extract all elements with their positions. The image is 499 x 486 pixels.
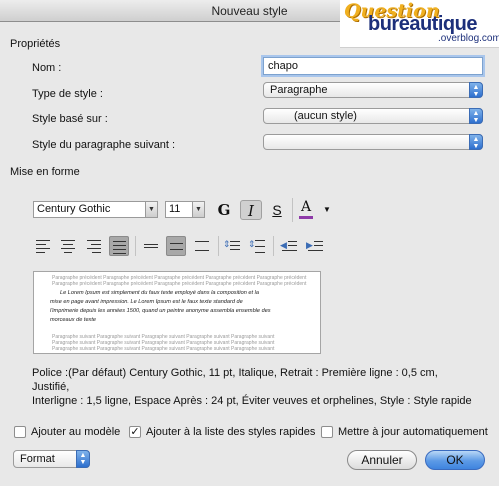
add-quick-styles-label: Ajouter à la liste des styles rapides <box>146 426 316 438</box>
type-style-popup[interactable]: Paragraphe ▲ ▼ <box>263 82 483 98</box>
space-before-increase-icon[interactable]: ⇕ <box>247 236 267 256</box>
toolbar-separator <box>218 236 219 256</box>
style-description: Police :(Par défaut) Century Gothic, 11 … <box>32 366 472 408</box>
align-left-icon[interactable] <box>33 236 53 256</box>
decrease-indent-icon[interactable]: ◀ <box>279 236 299 256</box>
format-popup[interactable]: Format ▲ ▼ <box>13 450 90 468</box>
nom-label: Nom : <box>32 62 62 74</box>
font-name-field[interactable]: Century Gothic <box>33 201 147 218</box>
preview-line: l'imprimerie depuis les années 1500, qua… <box>50 308 271 314</box>
style-base-popup[interactable]: (aucun style) ▲ ▼ <box>263 108 483 124</box>
italic-icon[interactable]: I <box>240 200 262 220</box>
preview-line: mise en page avant impression. Le Lorem … <box>50 299 243 305</box>
style-suivant-label: Style du paragraphe suivant : <box>32 139 176 151</box>
increase-indent-icon[interactable]: ▶ <box>305 236 325 256</box>
auto-update-label: Mettre à jour automatiquement <box>338 426 488 438</box>
add-template-label: Ajouter au modèle <box>31 426 121 438</box>
single-spacing-icon[interactable] <box>141 236 161 256</box>
ok-button[interactable]: OK <box>425 450 485 470</box>
description-line: Interligne : 1,5 ligne, Espace Après : 2… <box>32 395 472 407</box>
bold-icon[interactable]: G <box>213 200 235 220</box>
toolbar-separator <box>273 236 274 256</box>
font-color-swatch <box>299 216 313 219</box>
popup-arrows-icon: ▲ ▼ <box>469 108 483 124</box>
align-right-icon[interactable] <box>84 236 104 256</box>
style-base-value: (aucun style) <box>294 110 357 122</box>
type-style-value: Paragraphe <box>270 84 328 96</box>
nom-input[interactable]: chapo <box>263 57 483 75</box>
add-template-checkbox[interactable] <box>14 426 26 438</box>
mise-en-forme-heading: Mise en forme <box>10 166 80 178</box>
font-color-dropdown-icon[interactable]: ▼ <box>320 200 334 220</box>
one-half-spacing-icon[interactable] <box>166 236 186 256</box>
auto-update-checkbox[interactable] <box>321 426 333 438</box>
preview-following-line: Paragraphe suivant Paragraphe suivant Pa… <box>52 346 275 352</box>
preview-line: morceaux de texte <box>50 317 97 323</box>
toolbar-separator <box>292 198 293 222</box>
preview-line: Le Lorem Ipsum est simplement du faux te… <box>60 290 259 296</box>
style-preview: Paragraphe précédent Paragraphe précéden… <box>33 271 321 354</box>
logo-domain: .overblog.com <box>438 33 499 44</box>
format-label: Format <box>20 453 55 465</box>
popup-arrows-icon: ▲ ▼ <box>469 134 483 150</box>
popup-arrows-icon: ▲ ▼ <box>469 82 483 98</box>
underline-icon[interactable]: S <box>266 200 288 220</box>
space-before-decrease-icon[interactable]: ⇕ <box>222 236 242 256</box>
preview-previous-line: Paragraphe précédent Paragraphe précéden… <box>52 281 307 287</box>
style-base-label: Style basé sur : <box>32 113 108 125</box>
type-style-label: Type de style : <box>32 88 103 100</box>
align-center-icon[interactable] <box>58 236 78 256</box>
font-color-icon[interactable]: A <box>295 197 317 217</box>
size-dropdown-icon[interactable]: ▼ <box>192 201 205 218</box>
font-dropdown-icon[interactable]: ▼ <box>145 201 158 218</box>
watermark-logo: Question bureautique .overblog.com <box>340 0 499 48</box>
preview-text: Le Lorem Ipsum est simplement du faux te… <box>50 289 307 325</box>
justify-icon[interactable] <box>109 236 129 256</box>
double-spacing-icon[interactable] <box>192 236 212 256</box>
font-size-field[interactable]: 11 <box>165 201 193 218</box>
proprietes-heading: Propriétés <box>10 38 61 50</box>
cancel-button[interactable]: Annuler <box>347 450 417 470</box>
popup-arrows-icon: ▲ ▼ <box>76 450 90 468</box>
description-line: Police :(Par défaut) Century Gothic, 11 … <box>32 367 438 393</box>
style-suivant-popup[interactable]: ▲ ▼ <box>263 134 483 150</box>
add-quick-styles-checkbox[interactable]: ✓ <box>129 426 141 438</box>
toolbar-separator <box>135 236 136 256</box>
